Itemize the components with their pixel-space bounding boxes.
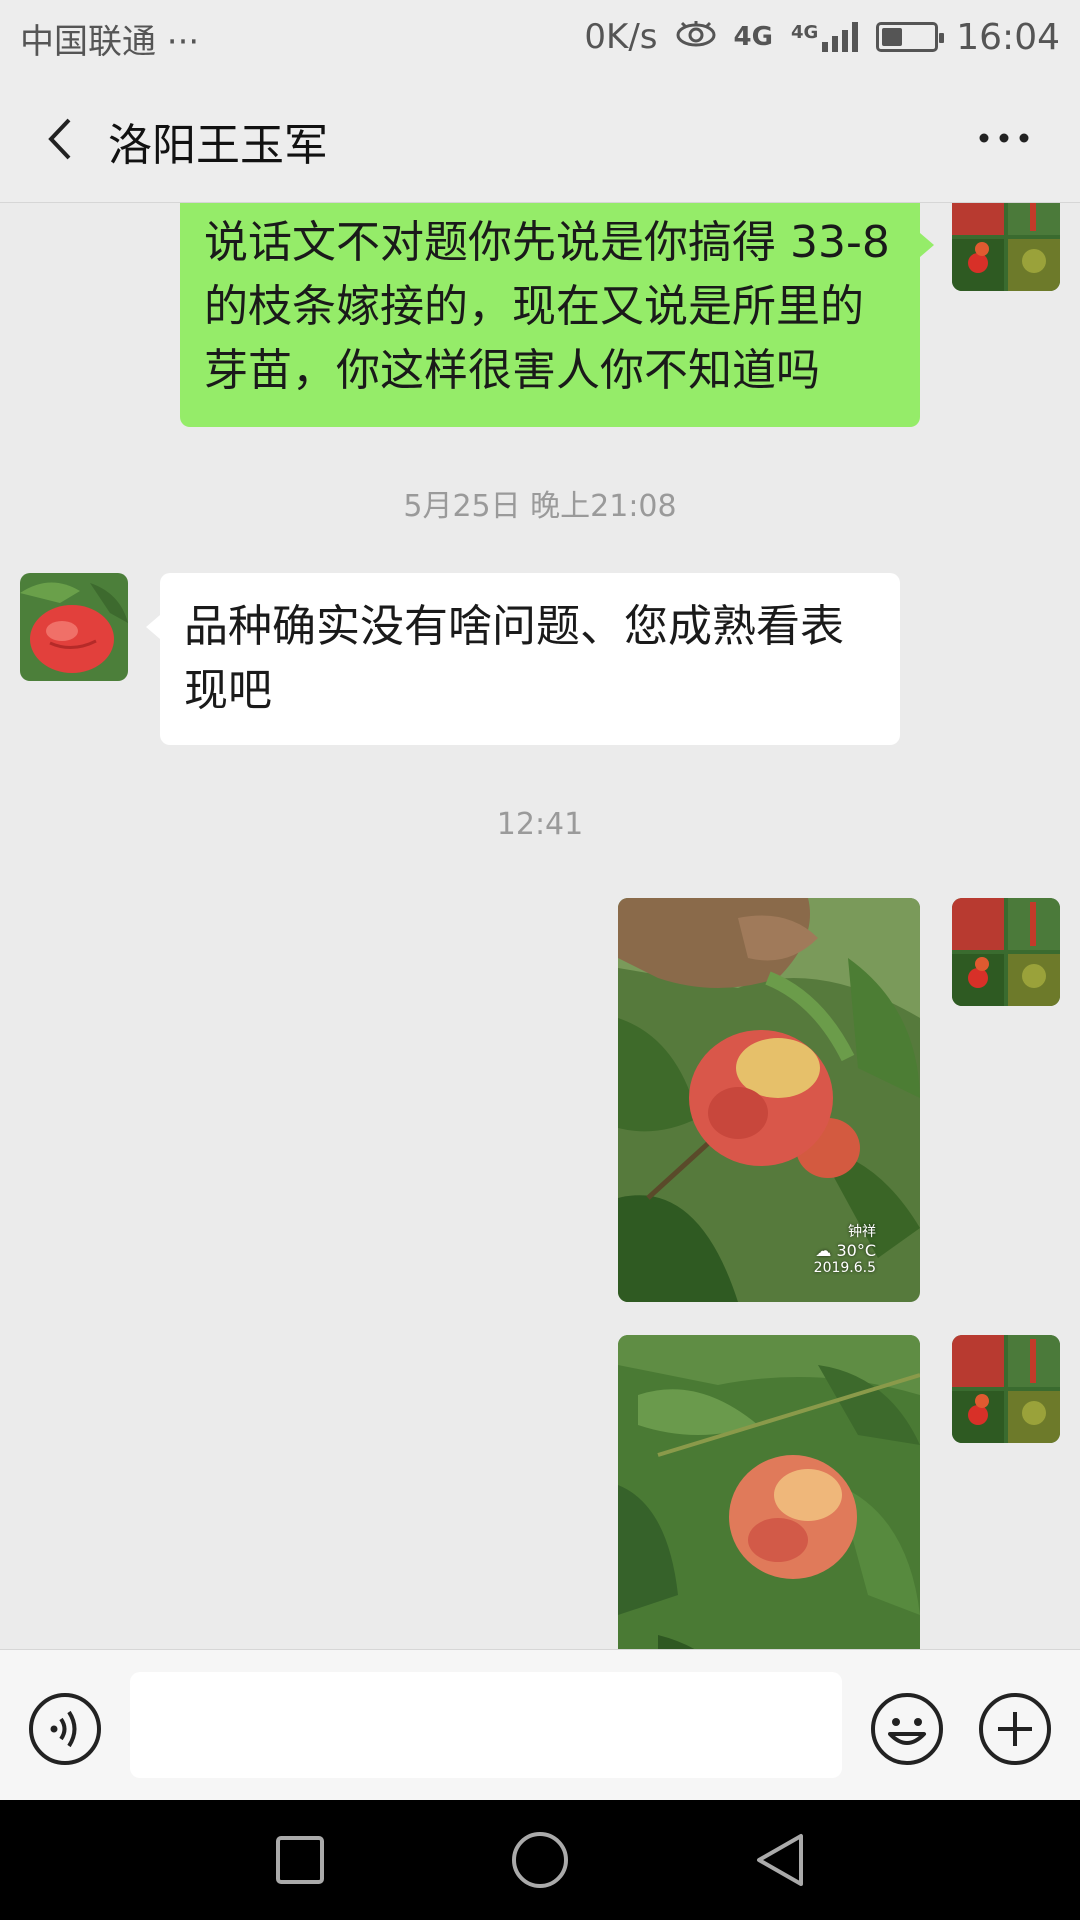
my-avatar[interactable]	[952, 898, 1060, 1006]
chat-title: 洛阳王玉军	[108, 120, 328, 171]
add-icon	[979, 1693, 1051, 1765]
emoji-icon	[871, 1693, 943, 1765]
contact-avatar[interactable]	[20, 573, 128, 681]
watermark-date: 2019.6.5	[813, 1260, 876, 1276]
photo-watermark: 钟祥 ☁ 30°C 2019.6.5	[814, 1221, 876, 1276]
carrier-label: 中国联通 ···	[20, 22, 200, 62]
eye-icon	[676, 17, 716, 58]
collage-avatar-image	[952, 203, 1060, 291]
voice-icon	[29, 1693, 101, 1765]
message-input[interactable]	[130, 1672, 842, 1778]
recent-apps-button[interactable]	[270, 1830, 330, 1890]
voice-button[interactable]	[28, 1692, 102, 1766]
emoji-button[interactable]	[870, 1692, 944, 1766]
received-text-bubble[interactable]: 品种确实没有啥问题、您成熟看表现吧	[160, 573, 900, 745]
watermark-temperature: ☁ 30°C	[814, 1241, 876, 1260]
net-speed: 0K/s	[584, 17, 658, 57]
bubble-tail	[920, 233, 934, 257]
my-avatar[interactable]	[952, 1335, 1060, 1443]
message-list[interactable]: 说话文不对题你先说是你搞得 33-8 的枝条嫁接的，现在又说是所里的芽苗，你这样…	[0, 203, 1080, 1649]
home-button[interactable]	[510, 1830, 570, 1890]
system-nav-bar	[0, 1800, 1080, 1920]
timestamp: 5月25日 晚上21:08	[403, 489, 677, 524]
network-4g-secondary: 4G	[790, 22, 819, 43]
triangle-back-icon	[757, 1834, 803, 1886]
chevron-left-icon	[48, 118, 71, 160]
back-button[interactable]	[30, 109, 90, 169]
sent-image-peach-in-hand[interactable]: 钟祥 ☁ 30°C 2019.6.5	[618, 898, 920, 1302]
peach-photo	[618, 1335, 920, 1649]
watermark-temp-value: 30°C	[836, 1241, 876, 1260]
input-bar	[0, 1649, 1080, 1800]
add-button[interactable]	[978, 1692, 1052, 1766]
sent-image-peach-on-branch[interactable]	[618, 1335, 920, 1649]
chat-header: 洛阳王玉军	[0, 75, 1080, 203]
cloud-icon: ☁	[815, 1241, 837, 1260]
back-nav-button[interactable]	[750, 1830, 810, 1890]
signal-icon: 4G	[790, 22, 859, 52]
bubble-tail	[146, 615, 160, 639]
collage-avatar-image	[952, 898, 1060, 1006]
message-text: 品种确实没有啥问题、您成熟看表现吧	[184, 601, 844, 716]
square-icon	[276, 1836, 324, 1884]
timestamp: 12:41	[496, 807, 584, 842]
battery-fill	[882, 28, 903, 46]
status-bar: 中国联通 ··· 0K/s 4G 4G 16:04	[0, 0, 1080, 75]
message-text: 说话文不对题你先说是你搞得 33-8 的枝条嫁接的，现在又说是所里的芽苗，你这样…	[204, 217, 890, 396]
status-indicators: 0K/s 4G 4G 16:04	[584, 12, 1060, 62]
circle-icon	[512, 1832, 568, 1888]
more-dots-icon	[979, 133, 1029, 143]
network-4g-label: 4G	[733, 22, 773, 52]
clock: 16:04	[956, 16, 1060, 58]
sent-text-bubble[interactable]: 说话文不对题你先说是你搞得 33-8 的枝条嫁接的，现在又说是所里的芽苗，你这样…	[180, 203, 920, 427]
more-button[interactable]	[964, 113, 1044, 163]
collage-avatar-image	[952, 1335, 1060, 1443]
watermark-location: 钟祥	[848, 1224, 876, 1240]
battery-icon	[876, 22, 945, 52]
my-avatar[interactable]	[952, 203, 1060, 291]
peach-avatar-image	[20, 573, 128, 681]
